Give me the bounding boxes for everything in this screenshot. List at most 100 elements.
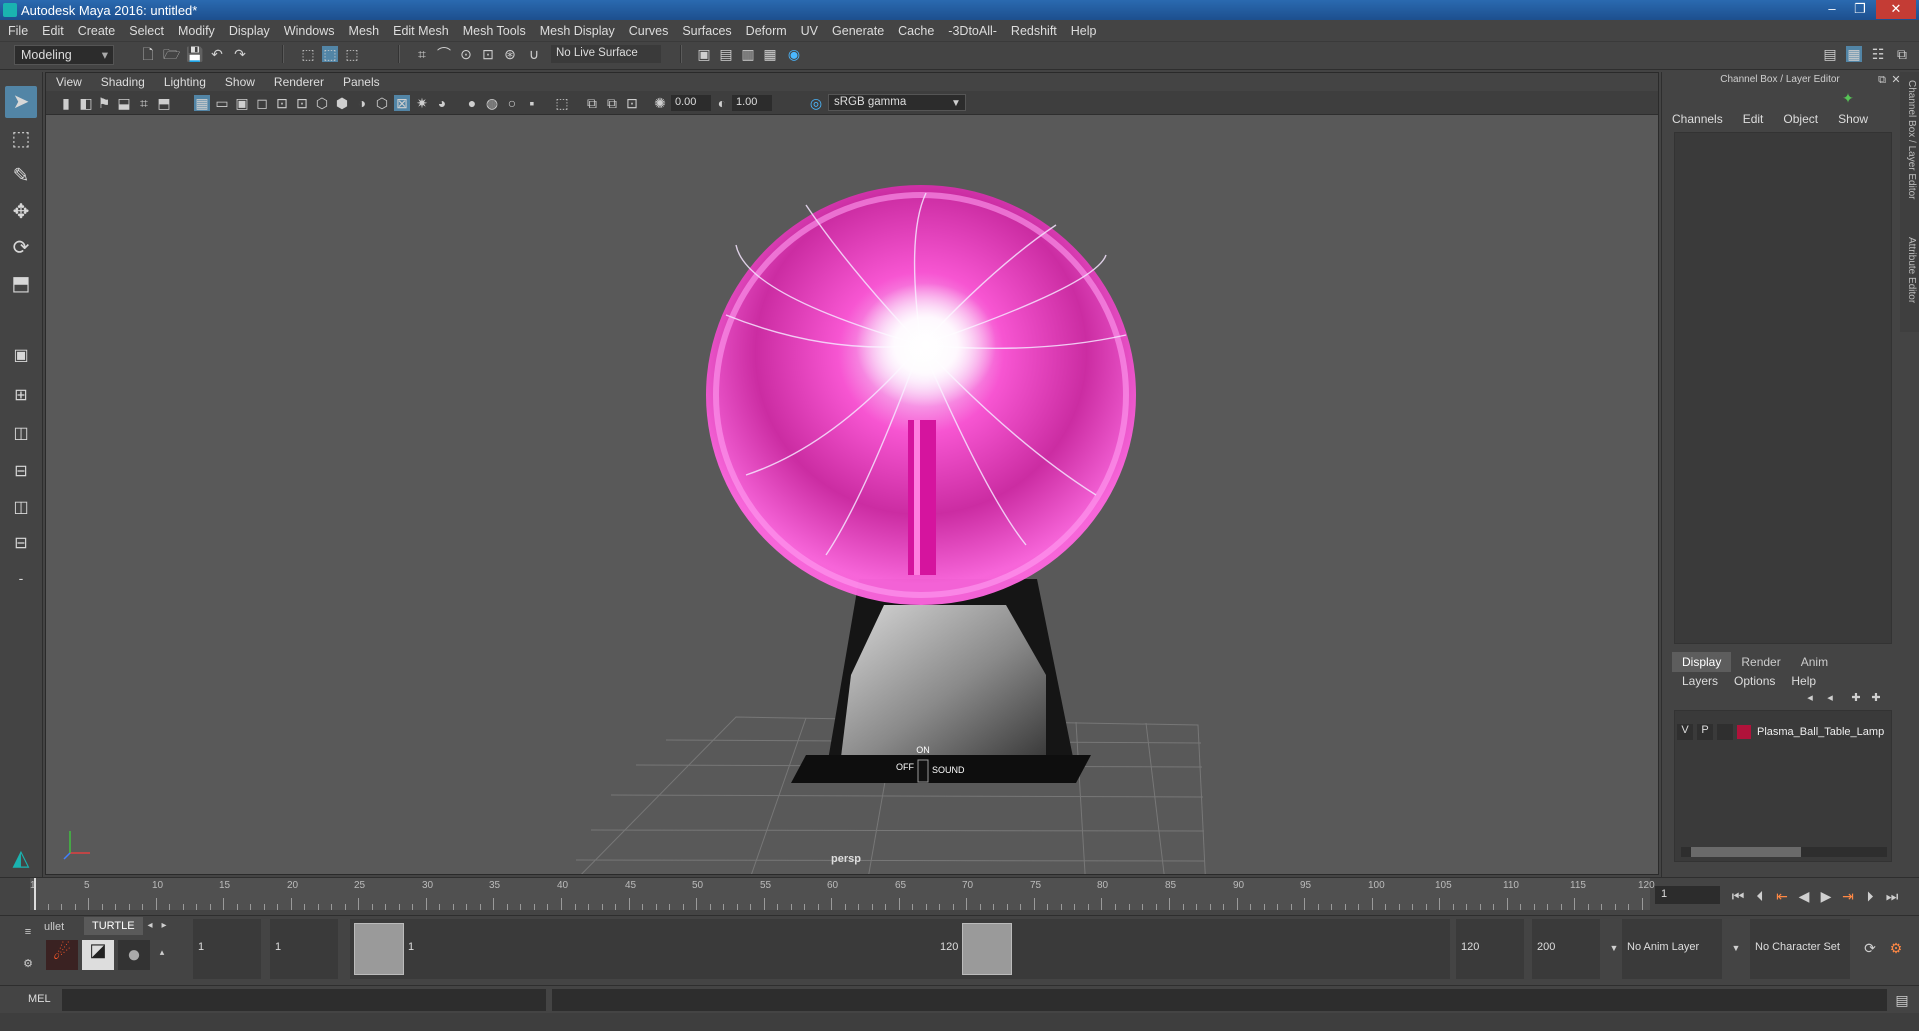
mode-selector[interactable]: Modeling	[14, 45, 114, 65]
render-settings-icon[interactable]: ▥	[740, 46, 756, 62]
paint-select-tool-icon[interactable]: ✎	[5, 160, 37, 192]
step-forward-key-icon[interactable]: ⏵	[1862, 888, 1878, 904]
viewport-menu-show[interactable]: Show	[225, 75, 255, 89]
rotate-tool-icon[interactable]: ⟳	[5, 232, 37, 264]
animation-start-field[interactable]: 1	[193, 919, 261, 979]
playback-end-field[interactable]: 120	[1456, 919, 1524, 979]
range-end-handle[interactable]	[962, 923, 1012, 975]
xray-joints-icon[interactable]: ⧉	[604, 95, 620, 111]
single-view-icon[interactable]: ▣	[5, 340, 37, 372]
live-surface-field[interactable]: No Live Surface	[551, 45, 661, 63]
snap-live-icon[interactable]: ⊛	[502, 46, 518, 62]
move-layer-down-icon[interactable]: ◂	[1822, 690, 1838, 706]
channel-box-toggle-icon[interactable]: ▦	[1846, 46, 1862, 62]
default-lighting-icon[interactable]: ◑	[354, 95, 370, 111]
resolution-gate-icon[interactable]: ▭	[214, 95, 230, 111]
camera-icon[interactable]: ▮	[58, 95, 74, 111]
tab-anim[interactable]: Anim	[1791, 652, 1838, 672]
viewport-menu-view[interactable]: View	[56, 75, 82, 89]
textured-icon[interactable]: ⊠	[394, 95, 410, 111]
chevron-down-icon[interactable]: ▼	[1728, 940, 1744, 956]
save-scene-icon[interactable]: 💾	[186, 46, 203, 62]
gamma-icon[interactable]: ◐	[714, 95, 730, 111]
camera-attributes-icon[interactable]: ◧	[78, 95, 94, 111]
depth-of-field-icon[interactable]: ▪	[524, 95, 540, 111]
xray-icon[interactable]: ⧉	[584, 95, 600, 111]
shelf-expand-icon[interactable]: ▴	[154, 944, 170, 960]
bookmark-icon[interactable]: ⚑	[96, 95, 112, 111]
turtle-bake-icon[interactable]: ◪	[82, 940, 114, 970]
menu-mesh-display[interactable]: Mesh Display	[540, 24, 615, 38]
viewport-menu-shading[interactable]: Shading	[101, 75, 145, 89]
new-scene-icon[interactable]: 🗋	[140, 46, 156, 62]
menu-3dtoall[interactable]: -3DtoAll-	[948, 24, 997, 38]
persp-outliner-icon[interactable]: ◫	[5, 418, 37, 450]
snap-curve-icon[interactable]: ⌒	[436, 46, 452, 62]
viewport-menu-lighting[interactable]: Lighting	[164, 75, 206, 89]
step-back-key-icon[interactable]: ⏴	[1752, 888, 1768, 904]
grid-toggle-icon[interactable]: ⌗	[136, 95, 152, 111]
tab-display[interactable]: Display	[1672, 652, 1732, 672]
menu-help[interactable]: Help	[1071, 24, 1097, 38]
wireframe-grid-icon[interactable]: ▦	[194, 95, 210, 111]
mel-label[interactable]: MEL	[28, 993, 51, 1005]
play-backwards-icon[interactable]: ◀	[1796, 888, 1812, 904]
menu-create[interactable]: Create	[78, 24, 116, 38]
animation-end-field[interactable]: 200	[1532, 919, 1600, 979]
menu-select[interactable]: Select	[129, 24, 164, 38]
menu-mesh[interactable]: Mesh	[349, 24, 380, 38]
safe-action-icon[interactable]: ⊡	[274, 95, 290, 111]
wireframe-on-shaded-icon[interactable]: ⬡	[374, 95, 390, 111]
menu-generate[interactable]: Generate	[832, 24, 884, 38]
modeling-toolkit-icon[interactable]: ▤	[1822, 46, 1838, 62]
menu-curves[interactable]: Curves	[629, 24, 669, 38]
gamma-field[interactable]: 1.00	[732, 95, 772, 111]
scale-tool-icon[interactable]: ⬒	[5, 268, 37, 300]
viewport-menu-panels[interactable]: Panels	[343, 75, 380, 89]
snap-grid-icon[interactable]: ⌗	[414, 46, 430, 62]
layer-row[interactable]: V P Plasma_Ball_Table_Lamp	[1677, 723, 1889, 741]
menu-cache[interactable]: Cache	[898, 24, 934, 38]
field-chart-icon[interactable]: ◻	[254, 95, 270, 111]
playback-start-field[interactable]: 1	[270, 919, 338, 979]
step-back-frame-icon[interactable]: ⇤	[1774, 888, 1790, 904]
chevron-down-icon[interactable]: ▼	[1606, 940, 1622, 956]
go-to-start-icon[interactable]: ⏮	[1730, 888, 1746, 904]
shelf-settings-icon[interactable]: ⚙	[20, 956, 36, 972]
attribute-editor-side-tab[interactable]: Attribute Editor	[1906, 237, 1917, 303]
new-layer-icon[interactable]: ✚	[1848, 690, 1864, 706]
menu-modify[interactable]: Modify	[178, 24, 215, 38]
menu-surfaces[interactable]: Surfaces	[682, 24, 731, 38]
scene-canvas[interactable]: ON OFF SOUND	[46, 115, 1659, 875]
four-view-icon[interactable]: ⊞	[5, 380, 37, 412]
gate-mask-icon[interactable]: ▣	[234, 95, 250, 111]
layer-name[interactable]: Plasma_Ball_Table_Lamp	[1757, 726, 1884, 738]
color-management-icon[interactable]: ◎	[808, 95, 824, 111]
safe-title-icon[interactable]: ⊡	[294, 95, 310, 111]
animation-preferences-icon[interactable]: ⚙	[1888, 940, 1904, 956]
color-space-dropdown[interactable]: sRGB gamma	[828, 94, 966, 111]
layer-visibility-toggle[interactable]: V	[1677, 724, 1693, 740]
chevron-down-icon[interactable]: ▼	[948, 96, 964, 112]
viewport-panel[interactable]: View Shading Lighting Show Renderer Pane…	[45, 72, 1659, 875]
layer-playback-toggle[interactable]: P	[1697, 724, 1713, 740]
redo-icon[interactable]: ↷	[232, 46, 248, 62]
channels-menu[interactable]: Channels	[1672, 112, 1723, 126]
step-forward-frame-icon[interactable]: ⇥	[1840, 888, 1856, 904]
open-scene-icon[interactable]: 🗁	[163, 46, 180, 62]
character-set-dropdown[interactable]: No Character Set	[1750, 919, 1850, 979]
time-ruler[interactable]: 1 5 10 15 20 25 30 35 40 45 50 55 60 65 70 75 80 85 90 95 10…	[30, 878, 1655, 910]
menu-mesh-tools[interactable]: Mesh Tools	[463, 24, 526, 38]
snap-view-plane-icon[interactable]: ⊡	[480, 46, 496, 62]
menu-edit-mesh[interactable]: Edit Mesh	[393, 24, 449, 38]
use-all-lights-icon[interactable]: ✷	[414, 95, 430, 111]
hypershade-layout-icon[interactable]: ◫	[5, 492, 37, 524]
motion-blur-icon[interactable]: ◍	[484, 95, 500, 111]
layer-scrollbar-thumb[interactable]	[1691, 847, 1801, 857]
channel-box-area[interactable]	[1674, 132, 1892, 644]
tool-settings-toggle-icon[interactable]: ⧉	[1894, 46, 1910, 62]
channel-box-keyframe-icon[interactable]: ✦	[1840, 90, 1856, 106]
menu-uv[interactable]: UV	[801, 24, 818, 38]
menu-edit[interactable]: Edit	[42, 24, 64, 38]
shelf-menu-icon[interactable]: ≡	[20, 924, 36, 940]
